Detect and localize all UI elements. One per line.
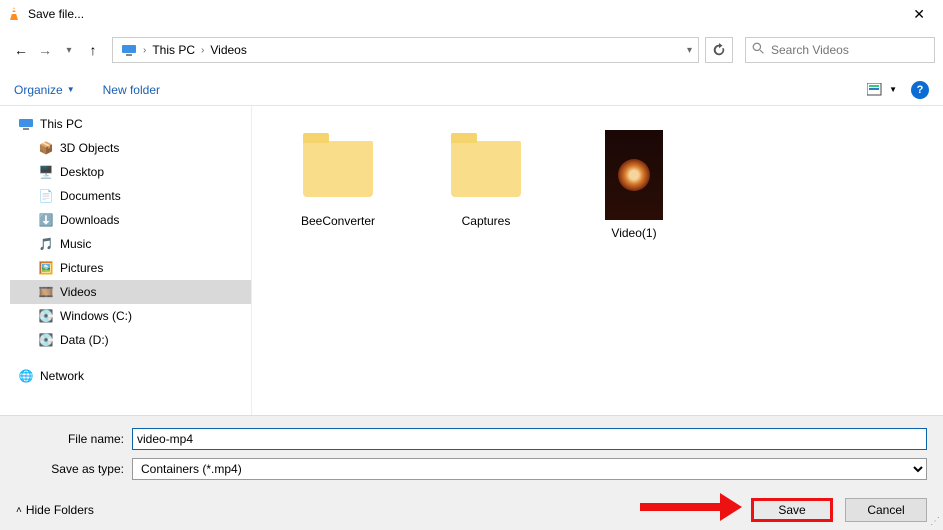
save-button[interactable]: Save — [751, 498, 833, 522]
video-thumbnail — [605, 130, 663, 220]
up-button[interactable]: ↑ — [82, 42, 104, 58]
videos-icon: 🎞️ — [38, 284, 54, 300]
download-icon: ⬇️ — [38, 212, 54, 228]
network-icon: 🌐 — [18, 368, 34, 384]
tree-label: Videos — [60, 285, 96, 299]
tree-label: Music — [60, 237, 91, 251]
music-icon: 🎵 — [38, 236, 54, 252]
folder-item[interactable]: Captures — [436, 130, 536, 228]
tree-root[interactable]: This PC — [10, 112, 251, 136]
chevron-up-icon: ˄ — [16, 505, 22, 516]
back-button[interactable]: ← — [10, 42, 32, 58]
help-icon[interactable]: ? — [911, 81, 929, 99]
titlebar: Save file... ✕ — [0, 0, 943, 28]
folder-icon — [451, 141, 521, 197]
hide-folders-button[interactable]: ˄ Hide Folders — [16, 503, 94, 517]
tree-label: Downloads — [60, 213, 119, 227]
file-pane[interactable]: BeeConverter Captures Video(1) — [252, 106, 943, 431]
main-area: This PC 📦 3D Objects 🖥️ Desktop 📄 Documents… — [0, 106, 943, 431]
sidebar: This PC 📦 3D Objects 🖥️ Desktop 📄 Documents… — [0, 106, 252, 431]
tree-label: 3D Objects — [60, 141, 119, 155]
sidebar-item-pictures[interactable]: 🖼️ Pictures — [10, 256, 251, 280]
chevron-down-icon: ▼ — [67, 85, 75, 94]
sidebar-item-desktop[interactable]: 🖥️ Desktop — [10, 160, 251, 184]
sidebar-item-drive-c[interactable]: 💽 Windows (C:) — [10, 304, 251, 328]
new-folder-button[interactable]: New folder — [103, 83, 160, 97]
file-name-input[interactable] — [132, 428, 927, 450]
tree-label: Data (D:) — [60, 333, 109, 347]
sidebar-item-network[interactable]: 🌐 Network — [10, 364, 251, 388]
file-label: BeeConverter — [301, 214, 375, 228]
file-label: Captures — [462, 214, 511, 228]
recent-dropdown[interactable]: ▾ — [58, 45, 80, 56]
address-bar[interactable]: › This PC › Videos ▾ — [112, 37, 699, 63]
pc-icon — [18, 116, 34, 132]
cube-icon: 📦 — [38, 140, 54, 156]
window-title: Save file... — [28, 7, 901, 21]
sidebar-item-3d-objects[interactable]: 📦 3D Objects — [10, 136, 251, 160]
file-name-label: File name: — [16, 432, 124, 446]
chevron-right-icon: › — [141, 45, 148, 56]
drive-icon: 💽 — [38, 332, 54, 348]
cancel-button[interactable]: Cancel — [845, 498, 927, 522]
tree-label: Pictures — [60, 261, 103, 275]
search-box[interactable] — [745, 37, 935, 63]
breadcrumb-current[interactable]: Videos — [206, 43, 250, 57]
sidebar-item-music[interactable]: 🎵 Music — [10, 232, 251, 256]
pictures-icon: 🖼️ — [38, 260, 54, 276]
toolbar: Organize▼ New folder ▼ ? — [0, 74, 943, 106]
folder-icon — [303, 141, 373, 197]
save-type-select[interactable]: Containers (*.mp4) — [132, 458, 927, 480]
pc-icon — [121, 42, 137, 58]
refresh-button[interactable] — [705, 37, 733, 63]
organize-button[interactable]: Organize▼ — [14, 83, 75, 97]
save-type-label: Save as type: — [16, 462, 124, 476]
document-icon: 📄 — [38, 188, 54, 204]
chevron-down-icon: ▼ — [889, 85, 897, 94]
drive-icon: 💽 — [38, 308, 54, 324]
nav-arrows: ← → ▾ ↑ — [8, 42, 106, 58]
desktop-icon: 🖥️ — [38, 164, 54, 180]
breadcrumb-root[interactable]: This PC — [148, 43, 199, 57]
folder-item[interactable]: BeeConverter — [288, 130, 388, 228]
tree-label: Desktop — [60, 165, 104, 179]
sidebar-item-videos[interactable]: 🎞️ Videos — [10, 280, 251, 304]
hide-folders-label: Hide Folders — [26, 503, 94, 517]
nav-row: ← → ▾ ↑ › This PC › Videos ▾ — [0, 34, 943, 66]
footer: File name: Save as type: Containers (*.m… — [0, 415, 943, 530]
sidebar-item-drive-d[interactable]: 💽 Data (D:) — [10, 328, 251, 352]
forward-button: → — [34, 42, 56, 58]
sidebar-item-downloads[interactable]: ⬇️ Downloads — [10, 208, 251, 232]
resize-grip[interactable]: ⋰ — [930, 516, 940, 527]
video-item[interactable]: Video(1) — [584, 130, 684, 240]
chevron-down-icon[interactable]: ▾ — [685, 45, 694, 56]
file-label: Video(1) — [611, 226, 656, 240]
tree-label: Windows (C:) — [60, 309, 132, 323]
sidebar-item-documents[interactable]: 📄 Documents — [10, 184, 251, 208]
tree-label: Documents — [60, 189, 121, 203]
search-icon — [752, 42, 765, 58]
search-input[interactable] — [771, 43, 928, 57]
vlc-icon — [6, 6, 22, 22]
chevron-right-icon: › — [199, 45, 206, 56]
close-icon[interactable]: ✕ — [901, 2, 937, 27]
tree-label: Network — [40, 369, 84, 383]
tree-label: This PC — [40, 117, 83, 131]
view-button[interactable]: ▼ — [867, 83, 897, 97]
